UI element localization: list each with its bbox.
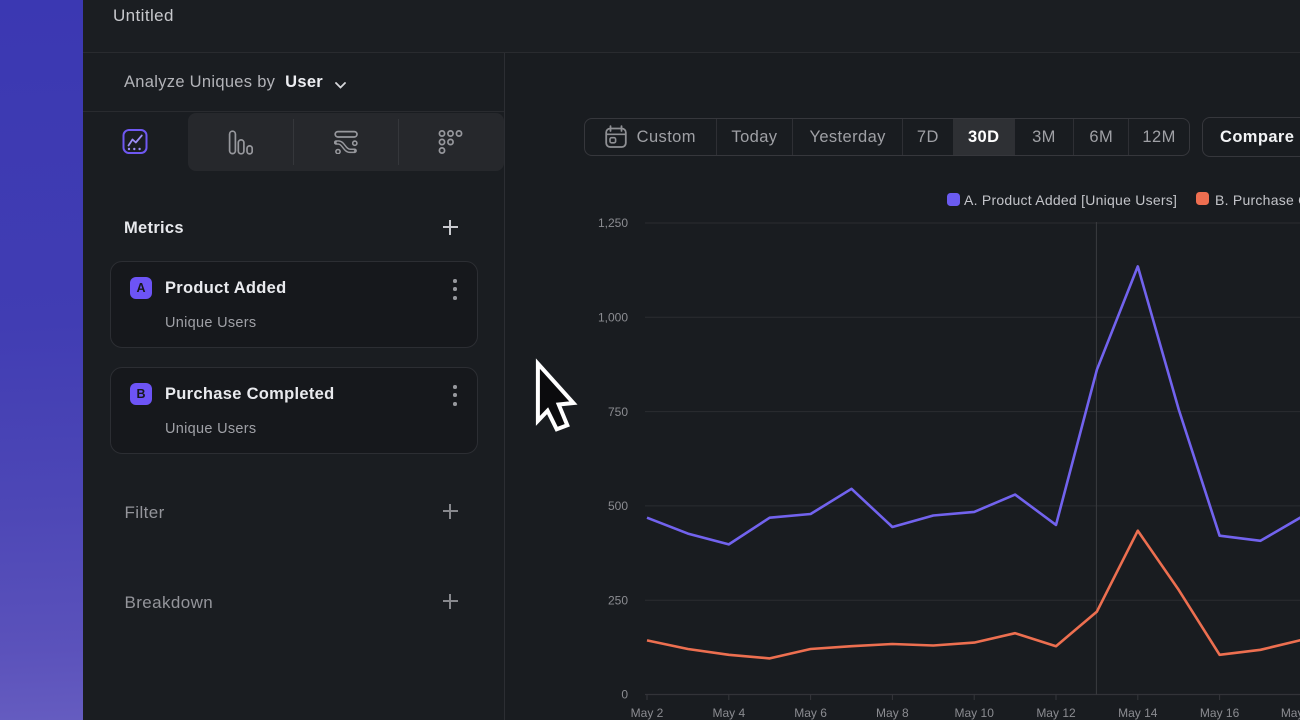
svg-text:500: 500: [608, 499, 628, 513]
svg-text:May 8: May 8: [876, 706, 909, 720]
svg-text:0: 0: [621, 688, 628, 702]
svg-text:May 18: May 18: [1281, 706, 1300, 720]
svg-text:1,000: 1,000: [598, 311, 628, 325]
svg-text:May 16: May 16: [1200, 706, 1240, 720]
svg-text:May 14: May 14: [1118, 706, 1158, 720]
svg-text:May 6: May 6: [794, 706, 827, 720]
svg-text:May 2: May 2: [631, 706, 664, 720]
svg-text:May 4: May 4: [712, 706, 745, 720]
svg-text:250: 250: [608, 593, 628, 607]
svg-text:May 10: May 10: [955, 706, 995, 720]
svg-text:May 12: May 12: [1036, 706, 1076, 720]
svg-text:1,250: 1,250: [598, 216, 628, 230]
svg-text:750: 750: [608, 405, 628, 419]
